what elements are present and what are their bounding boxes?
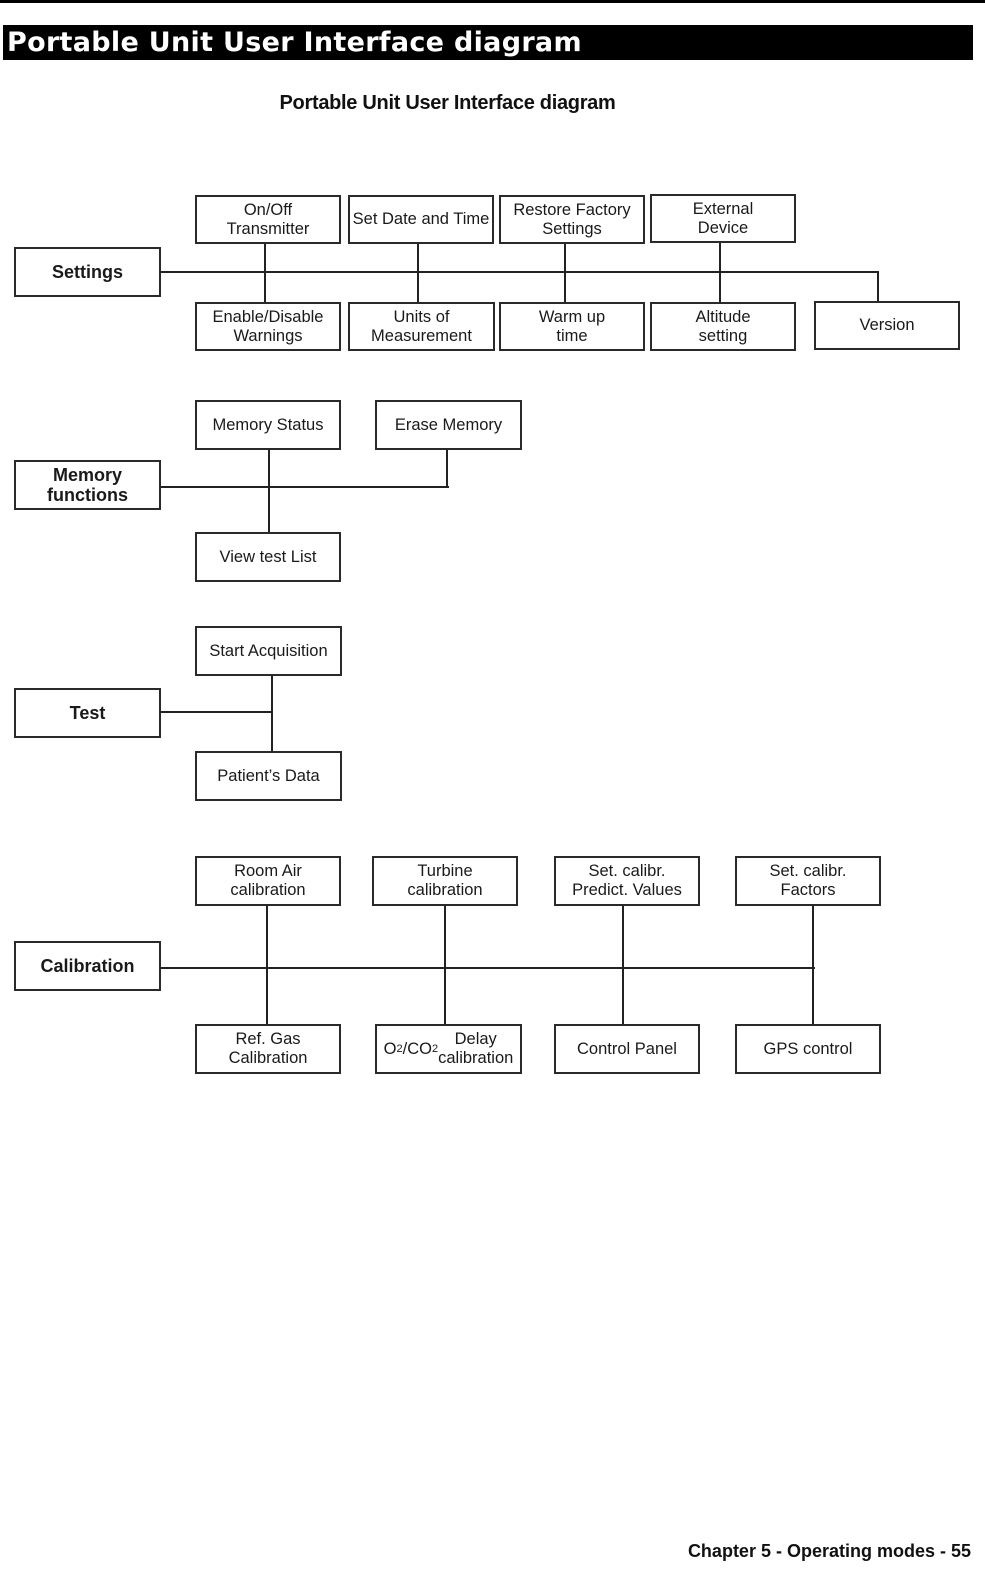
restore-factory-settings-node[interactable]: Restore Factory Settings <box>499 195 645 244</box>
connector <box>271 675 273 752</box>
external-device-node[interactable]: External Device <box>650 194 796 243</box>
connector <box>160 271 879 273</box>
patients-data-node[interactable]: Patient’s Data <box>195 751 342 801</box>
connector <box>877 271 879 301</box>
units-of-measurement-node[interactable]: Units of Measurement <box>348 302 495 351</box>
memory-functions-node[interactable]: Memory functions <box>14 460 161 510</box>
connector <box>160 486 449 488</box>
altitude-setting-node[interactable]: Altitude setting <box>650 302 796 351</box>
control-panel-node[interactable]: Control Panel <box>554 1024 700 1074</box>
turbine-calibration-node[interactable]: Turbine calibration <box>372 856 518 906</box>
connector <box>264 243 266 303</box>
test-node[interactable]: Test <box>14 688 161 738</box>
start-acquisition-node[interactable]: Start Acquisition <box>195 626 342 676</box>
connector <box>719 241 721 302</box>
page-footer: Chapter 5 - Operating modes - 55 <box>687 1541 971 1561</box>
connector <box>417 243 419 303</box>
settings-node[interactable]: Settings <box>14 247 161 297</box>
warm-up-time-node[interactable]: Warm up time <box>499 302 645 351</box>
set-calibr-predict-values-node[interactable]: Set. calibr. Predict. Values <box>554 856 700 906</box>
gps-control-node[interactable]: GPS control <box>735 1024 881 1074</box>
connector <box>268 449 270 533</box>
room-air-calibration-node[interactable]: Room Air calibration <box>195 856 341 906</box>
enable-disable-warnings-node[interactable]: Enable/Disable Warnings <box>195 302 341 351</box>
page-banner-title: Portable Unit User Interface diagram <box>3 25 973 60</box>
connector <box>160 711 273 713</box>
version-node[interactable]: Version <box>814 301 960 350</box>
connector <box>564 243 566 303</box>
on-off-transmitter-node[interactable]: On/Off Transmitter <box>195 195 341 244</box>
calibration-node[interactable]: Calibration <box>14 941 161 991</box>
connector <box>266 905 268 1025</box>
memory-status-node[interactable]: Memory Status <box>195 400 341 450</box>
connector <box>160 967 815 969</box>
set-calibr-factors-node[interactable]: Set. calibr. Factors <box>735 856 881 906</box>
o2-co2-delay-calibration-node[interactable]: O 2/CO 2 Delay calibration <box>375 1024 522 1074</box>
connector <box>812 905 814 1025</box>
view-test-list-node[interactable]: View test List <box>195 532 341 582</box>
erase-memory-node[interactable]: Erase Memory <box>375 400 522 450</box>
connector <box>444 905 446 1025</box>
connector <box>446 449 448 488</box>
top-rule <box>0 0 985 3</box>
connector <box>622 905 624 1025</box>
ref-gas-calibration-node[interactable]: Ref. Gas Calibration <box>195 1024 341 1074</box>
diagram-title: Portable Unit User Interface diagram <box>279 92 616 114</box>
set-date-time-node[interactable]: Set Date and Time <box>348 195 494 244</box>
